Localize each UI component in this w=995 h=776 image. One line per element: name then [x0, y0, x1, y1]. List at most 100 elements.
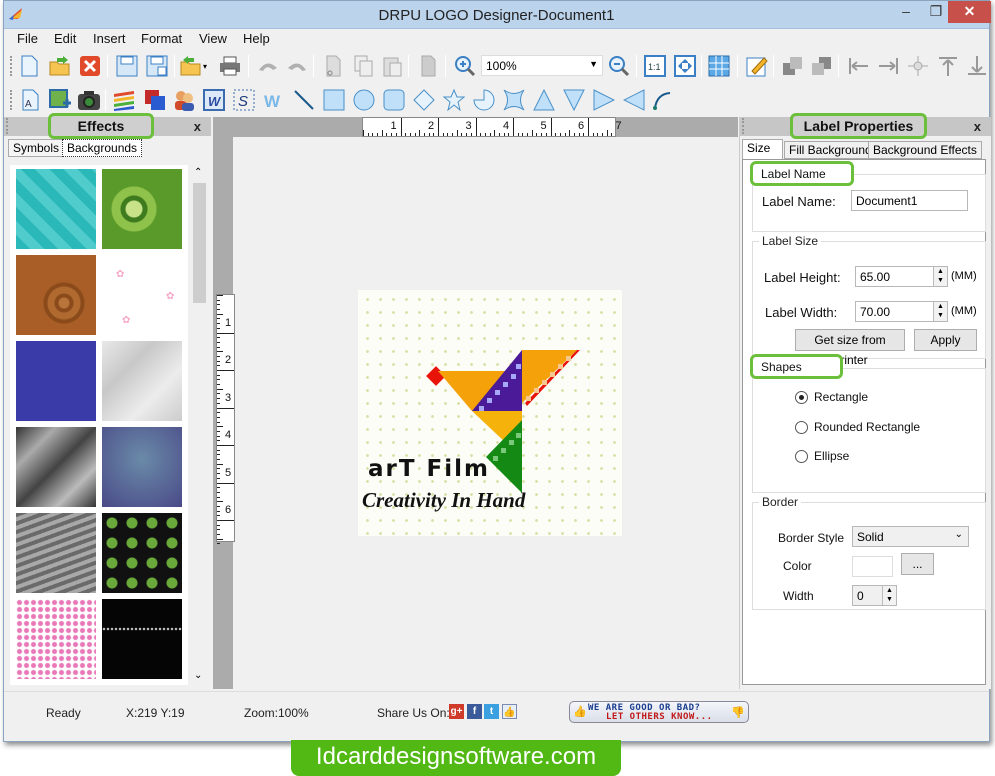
border-color-picker-button[interactable]: ... [901, 553, 934, 575]
get-size-from-printer-button[interactable]: Get size from Printer [795, 329, 905, 367]
panel-grip[interactable] [6, 118, 9, 134]
logo-tagline[interactable]: Creativity In Hand [362, 488, 525, 513]
align-left-icon[interactable] [847, 54, 871, 78]
menu-format[interactable]: Format [141, 31, 182, 46]
open-folder-icon[interactable] [48, 54, 72, 78]
background-teal-geometric[interactable] [16, 169, 96, 249]
background-crumpled-gray[interactable] [16, 513, 96, 593]
edit-properties-icon[interactable] [745, 54, 769, 78]
watermark-icon[interactable]: W [262, 88, 286, 112]
scrollbar-thumb[interactable] [193, 183, 206, 303]
word-art-icon[interactable]: W [202, 88, 226, 112]
toolbar-grip[interactable] [10, 56, 13, 76]
border-width-input[interactable]: 0 ▲ ▼ [852, 585, 897, 606]
close-window-button[interactable]: ✕ [948, 1, 991, 23]
bring-forward-icon[interactable] [781, 54, 805, 78]
panel-grip[interactable] [742, 118, 745, 134]
facebook-icon[interactable]: f [467, 704, 482, 719]
background-pink-roses[interactable]: ✿ ✿ ✿ [102, 255, 182, 335]
menu-view[interactable]: View [199, 31, 227, 46]
tab-size[interactable]: Size [742, 139, 783, 160]
scroll-down-icon[interactable]: ⌄ [194, 670, 202, 681]
grid-icon[interactable] [707, 54, 731, 78]
shape-ellipse-label[interactable]: Ellipse [814, 449, 849, 463]
menu-edit[interactable]: Edit [54, 31, 76, 46]
feedback-button[interactable]: 👍 WE ARE GOOD OR BAD? LET OTHERS KNOW...… [569, 701, 749, 723]
close-document-icon[interactable] [78, 54, 102, 78]
minimize-button[interactable]: – [891, 1, 921, 23]
copy-icon[interactable] [352, 54, 376, 78]
background-blue-texture[interactable] [16, 341, 96, 421]
export-dropdown-icon[interactable]: ▾ [200, 54, 210, 78]
menu-help[interactable]: Help [243, 31, 270, 46]
align-center-icon[interactable] [906, 54, 930, 78]
fit-to-window-icon[interactable] [673, 54, 697, 78]
text-tool-icon[interactable]: A [18, 88, 42, 112]
rectangle-tool-icon[interactable] [322, 88, 346, 112]
diamond-tool-icon[interactable] [412, 88, 436, 112]
tab-fill-background[interactable]: Fill Background [784, 141, 877, 159]
shape-rectangle-label[interactable]: Rectangle [814, 390, 868, 404]
arc-tool-icon[interactable] [650, 88, 674, 112]
cut-icon[interactable] [321, 54, 345, 78]
label-design[interactable]: arT Film Creativity In Hand [358, 290, 622, 536]
undo-icon[interactable] [256, 54, 280, 78]
right-triangle-tool-icon[interactable] [592, 88, 616, 112]
google-plus-icon[interactable]: g+ [449, 704, 464, 719]
signature-icon[interactable]: S [232, 88, 256, 112]
menu-insert[interactable]: Insert [93, 31, 126, 46]
rounded-rectangle-tool-icon[interactable] [382, 88, 406, 112]
background-white-marble[interactable] [102, 341, 182, 421]
image-tool-icon[interactable] [48, 88, 72, 112]
users-icon[interactable] [172, 88, 196, 112]
height-spinner[interactable]: ▲ ▼ [933, 267, 947, 286]
close-properties-panel-icon[interactable]: x [974, 119, 981, 134]
shape-rounded-rectangle-radio[interactable] [795, 421, 808, 434]
actual-size-icon[interactable]: 1:1 [643, 54, 667, 78]
background-green-circles[interactable] [102, 169, 182, 249]
triangle-tool-icon[interactable] [532, 88, 556, 112]
new-document-icon[interactable] [17, 54, 41, 78]
border-width-spinner[interactable]: ▲ ▼ [882, 586, 896, 605]
align-bottom-icon[interactable] [965, 54, 989, 78]
align-right-icon[interactable] [876, 54, 900, 78]
pie-tool-icon[interactable] [472, 88, 496, 112]
restore-button[interactable]: ❐ [921, 1, 951, 23]
background-gray-silk[interactable] [16, 427, 96, 507]
camera-icon[interactable] [77, 88, 101, 112]
shape-rectangle-radio[interactable] [795, 391, 808, 404]
apply-button[interactable]: Apply [914, 329, 977, 351]
delete-icon[interactable] [416, 54, 440, 78]
tab-symbols[interactable]: Symbols [8, 139, 65, 157]
shape-ellipse-radio[interactable] [795, 450, 808, 463]
background-wood-grain[interactable] [16, 255, 96, 335]
print-icon[interactable] [218, 54, 242, 78]
line-tool-icon[interactable] [292, 88, 316, 112]
label-width-input[interactable]: 70.00 ▲ ▼ [855, 301, 948, 322]
zoom-out-icon[interactable] [607, 54, 631, 78]
background-purple-droplets[interactable] [102, 427, 182, 507]
save-as-icon[interactable] [145, 54, 169, 78]
border-style-select[interactable]: Solid ⌄ [852, 526, 969, 547]
close-effects-panel-icon[interactable]: x [194, 119, 201, 134]
scroll-up-icon[interactable]: ⌃ [194, 167, 202, 178]
background-pink-flowers[interactable] [16, 599, 96, 679]
send-backward-icon[interactable] [810, 54, 834, 78]
save-icon[interactable] [115, 54, 139, 78]
tab-background-effects[interactable]: Background Effects [868, 141, 982, 159]
label-name-input[interactable]: Document1 [851, 190, 968, 211]
logo-title[interactable]: arT Film [368, 456, 490, 482]
menu-file[interactable]: File [17, 31, 38, 46]
four-point-star-tool-icon[interactable] [502, 88, 526, 112]
zoom-in-icon[interactable] [453, 54, 477, 78]
twitter-icon[interactable]: t [484, 704, 499, 719]
redo-icon[interactable] [285, 54, 309, 78]
label-height-input[interactable]: 65.00 ▲ ▼ [855, 266, 948, 287]
inverted-triangle-tool-icon[interactable] [562, 88, 586, 112]
tab-backgrounds[interactable]: Backgrounds [62, 139, 143, 157]
border-color-swatch[interactable] [852, 556, 893, 577]
width-spinner[interactable]: ▲ ▼ [933, 302, 947, 321]
align-top-icon[interactable] [936, 54, 960, 78]
zoom-level-select[interactable]: 100% ▼ [481, 55, 603, 76]
star-tool-icon[interactable] [442, 88, 466, 112]
